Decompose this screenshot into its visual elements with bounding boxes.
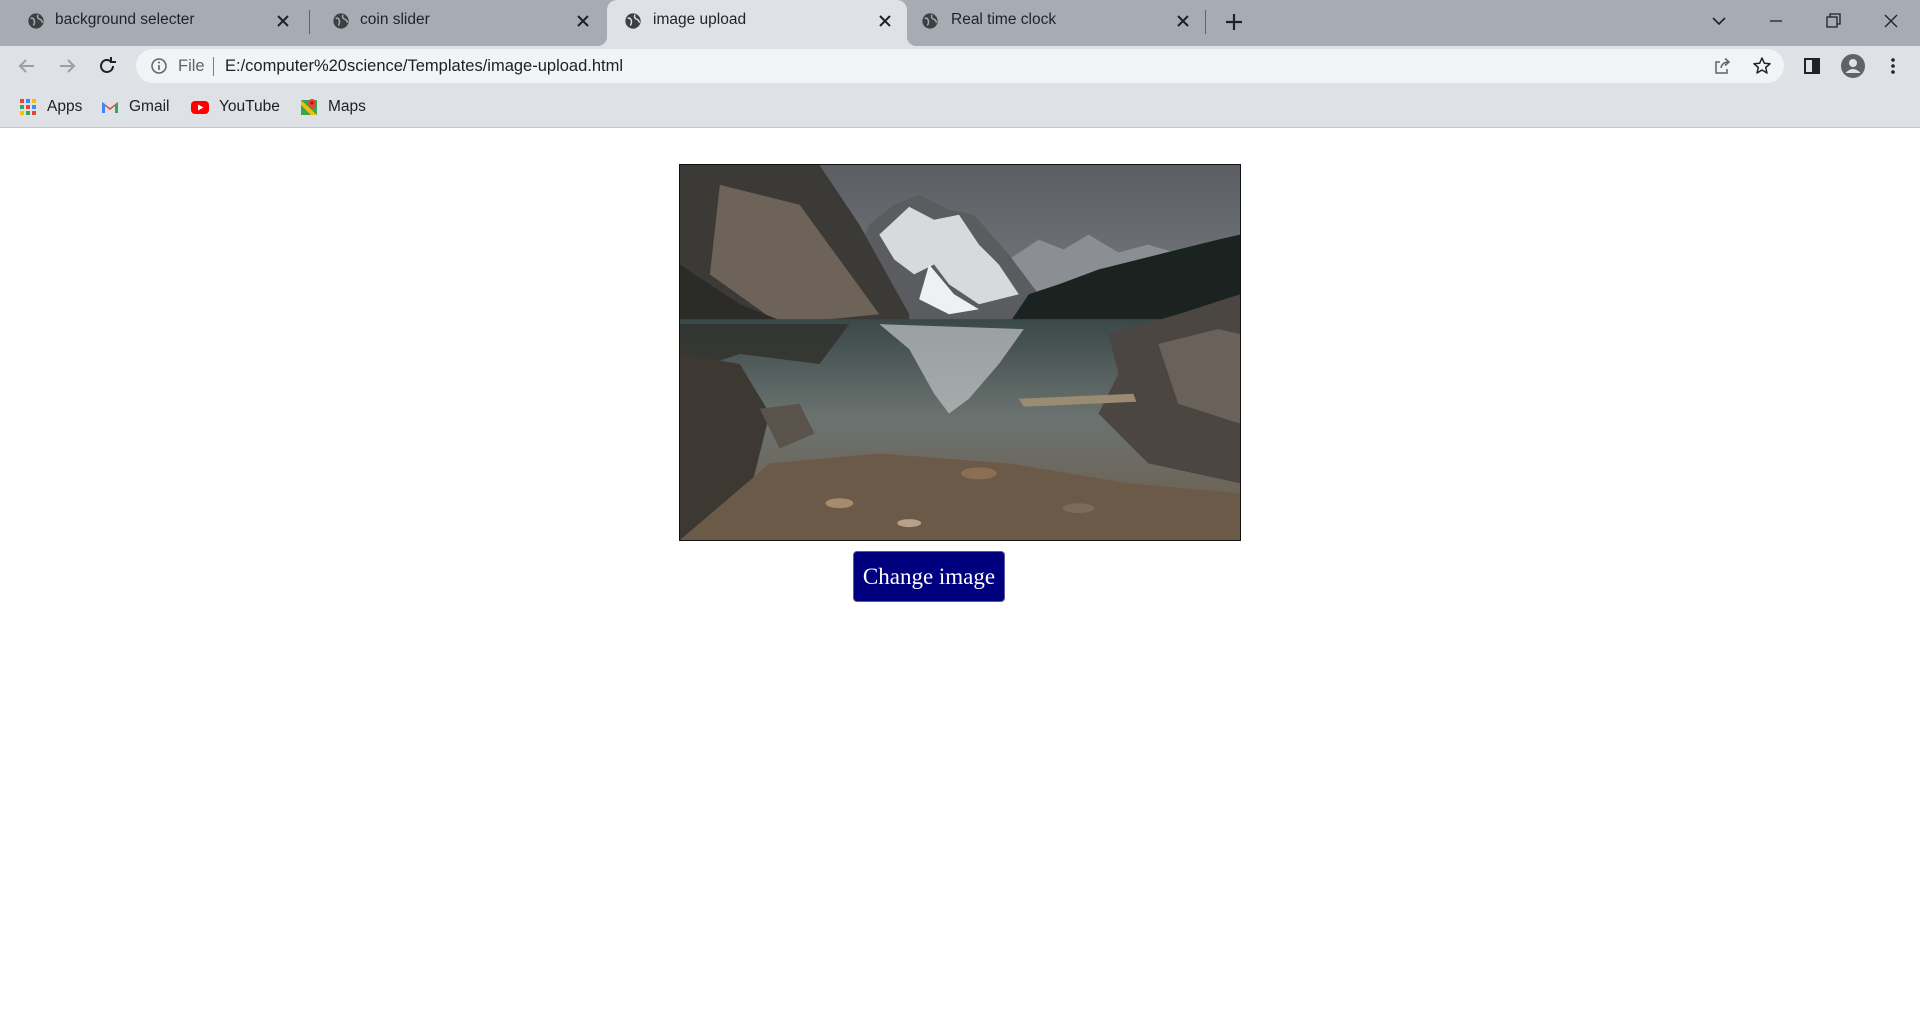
- globe-icon: [625, 13, 641, 29]
- bookmark-maps[interactable]: Maps: [299, 96, 366, 118]
- tab-background-selecter[interactable]: background selecter: [0, 0, 305, 46]
- bookmarks-bar: Apps Gmail YouTube Maps: [0, 86, 1920, 128]
- side-panel-icon[interactable]: [1798, 52, 1826, 80]
- reload-icon[interactable]: [92, 51, 122, 81]
- gmail-icon: [102, 102, 118, 113]
- tab-title: image upload: [653, 11, 747, 28]
- globe-icon: [333, 13, 349, 29]
- tab-title: background selecter: [55, 11, 195, 28]
- close-window-icon[interactable]: [1876, 6, 1906, 36]
- menu-kebab-icon[interactable]: [1879, 52, 1907, 80]
- bookmark-gmail[interactable]: Gmail: [100, 96, 169, 118]
- youtube-icon: [191, 101, 209, 114]
- url-text[interactable]: E:/computer%20science/Templates/image-up…: [225, 57, 623, 76]
- bookmark-apps[interactable]: Apps: [18, 96, 82, 118]
- forward-icon[interactable]: [52, 51, 82, 81]
- bookmark-star-icon[interactable]: [1752, 56, 1772, 76]
- bookmark-label: Apps: [47, 98, 83, 115]
- globe-icon: [28, 13, 44, 29]
- uploaded-image: [679, 164, 1241, 541]
- tab-separator: [1205, 10, 1206, 34]
- close-icon[interactable]: [1174, 12, 1192, 30]
- close-icon[interactable]: [876, 12, 894, 30]
- globe-icon: [922, 13, 938, 29]
- bookmark-youtube[interactable]: YouTube: [190, 96, 280, 118]
- info-icon[interactable]: [150, 57, 168, 75]
- profile-avatar-icon[interactable]: [1839, 52, 1867, 80]
- tab-real-time-clock[interactable]: Real time clock: [907, 0, 1205, 46]
- tab-image-upload[interactable]: image upload: [597, 0, 917, 46]
- change-image-button[interactable]: Change image: [853, 551, 1005, 602]
- new-tab-plus-icon[interactable]: [1222, 10, 1246, 34]
- minimize-icon[interactable]: [1761, 6, 1791, 36]
- maps-icon: [301, 99, 317, 115]
- bookmark-label: YouTube: [219, 98, 280, 115]
- tab-search-chevron-icon[interactable]: [1704, 6, 1734, 36]
- close-icon[interactable]: [574, 12, 592, 30]
- tab-title: Real time clock: [951, 11, 1057, 28]
- divider: [213, 57, 214, 76]
- landscape-photo: [680, 165, 1240, 540]
- tab-title: coin slider: [360, 11, 430, 28]
- close-icon[interactable]: [274, 12, 292, 30]
- back-icon[interactable]: [12, 51, 42, 81]
- restore-icon[interactable]: [1818, 6, 1848, 36]
- apps-grid-icon: [20, 99, 36, 115]
- address-bar[interactable]: File E:/computer%20science/Templates/ima…: [136, 49, 1784, 83]
- bookmark-label: Gmail: [129, 98, 170, 115]
- scheme-label: File: [178, 57, 205, 75]
- share-icon[interactable]: [1712, 56, 1732, 76]
- browser-toolbar: File E:/computer%20science/Templates/ima…: [0, 46, 1920, 86]
- tab-strip: background selecter coin slider image up…: [0, 0, 1920, 46]
- bookmark-label: Maps: [328, 98, 366, 115]
- tab-coin-slider[interactable]: coin slider: [305, 0, 605, 46]
